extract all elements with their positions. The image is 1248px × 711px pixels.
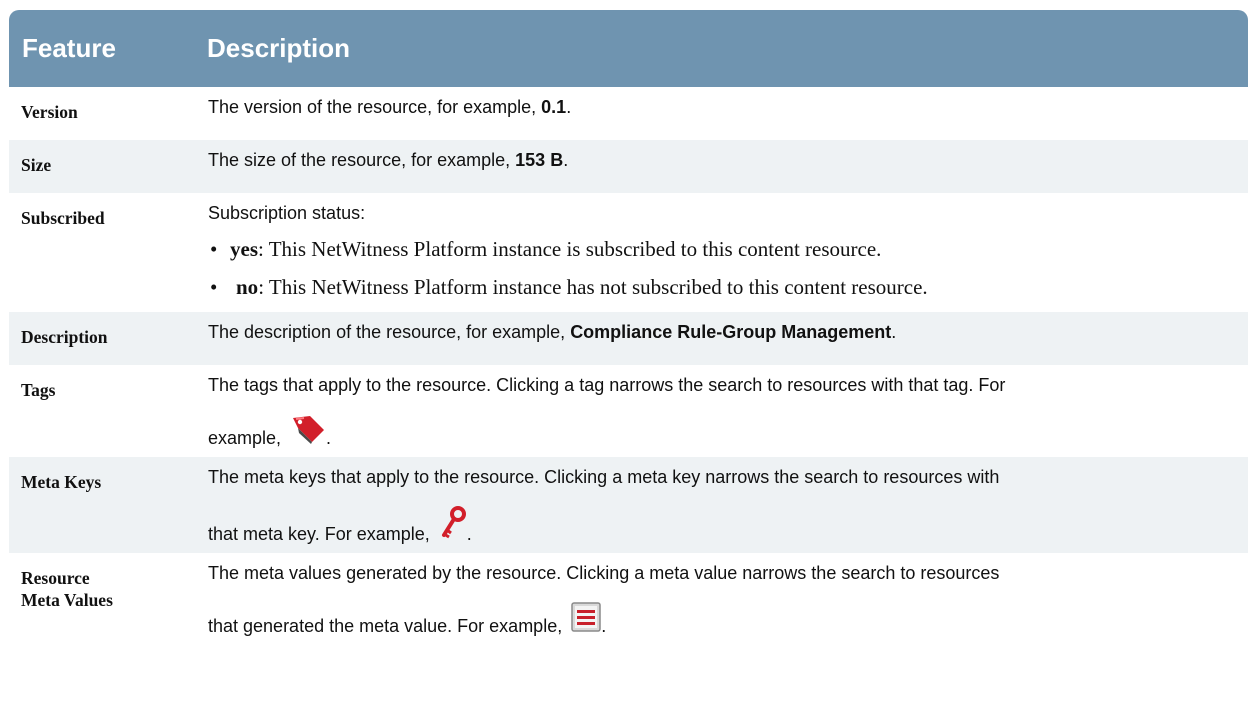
feature-label: Description xyxy=(21,327,108,347)
example-value: 0.1 xyxy=(541,97,567,117)
description-line: The meta keys that apply to the resource… xyxy=(208,467,1000,487)
table-row-description: Description The description of the resou… xyxy=(9,312,1248,365)
bullet: • xyxy=(210,275,218,299)
feature-label: Version xyxy=(21,102,78,122)
feature-label: Tags xyxy=(21,380,56,400)
key-icon xyxy=(439,506,467,545)
bullet: • xyxy=(210,237,218,261)
description-tail: . xyxy=(891,322,897,342)
description-line: example, xyxy=(208,428,287,448)
description-tail: . xyxy=(563,150,569,170)
list-item: • no: This NetWitness Platform instance h… xyxy=(208,272,1242,302)
header-feature: Feature xyxy=(22,33,116,63)
table-row-meta-keys: Meta Keys The meta keys that apply to th… xyxy=(9,457,1248,553)
table-row-meta-values: Resource Meta Values The meta values gene… xyxy=(9,553,1248,645)
feature-table: Feature Description Version The version … xyxy=(9,10,1248,645)
table-row-tags: Tags The tags that apply to the resource… xyxy=(9,365,1248,457)
description-tail: . xyxy=(466,524,472,544)
status-term: yes xyxy=(230,237,258,261)
status-text: : This NetWitness Platform instance is s… xyxy=(258,237,882,261)
header-description: Description xyxy=(207,33,351,63)
example-value: Compliance Rule-Group Management xyxy=(570,322,892,342)
table-header-row: Feature Description xyxy=(9,10,1248,87)
subscription-intro: Subscription status: xyxy=(208,203,366,223)
description-text: The version of the resource, for example… xyxy=(208,97,542,117)
table-row-subscribed: Subscribed Subscription status: • yes: Th… xyxy=(9,193,1248,312)
description-line: The meta values generated by the resourc… xyxy=(208,563,1000,583)
description-tail: . xyxy=(601,616,607,636)
description-tail: . xyxy=(326,428,332,448)
description-line: The tags that apply to the resource. Cli… xyxy=(208,375,1006,395)
example-value: 153 B xyxy=(515,150,564,170)
description-text: The description of the resource, for exa… xyxy=(208,322,571,342)
table-row-version: Version The version of the resource, for… xyxy=(9,87,1248,140)
table-row-size: Size The size of the resource, for examp… xyxy=(9,140,1248,193)
feature-label: Meta Keys xyxy=(21,472,102,492)
meta-value-icon xyxy=(571,602,601,637)
description-text: The size of the resource, for example, xyxy=(208,150,516,170)
feature-label: Resource xyxy=(21,568,90,588)
feature-label: Subscribed xyxy=(21,208,105,228)
feature-label: Size xyxy=(21,155,52,175)
list-item: • yes: This NetWitness Platform instance … xyxy=(208,234,1242,264)
description-tail: . xyxy=(566,97,572,117)
feature-label: Meta Values xyxy=(21,590,113,610)
description-line: that generated the meta value. For examp… xyxy=(208,616,568,636)
status-text: : This NetWitness Platform instance has … xyxy=(258,275,928,299)
subscription-status-list: • yes: This NetWitness Platform instance … xyxy=(208,234,1242,302)
description-line: that meta key. For example, xyxy=(208,524,435,544)
status-term: no xyxy=(236,275,259,299)
tag-icon xyxy=(290,414,326,449)
